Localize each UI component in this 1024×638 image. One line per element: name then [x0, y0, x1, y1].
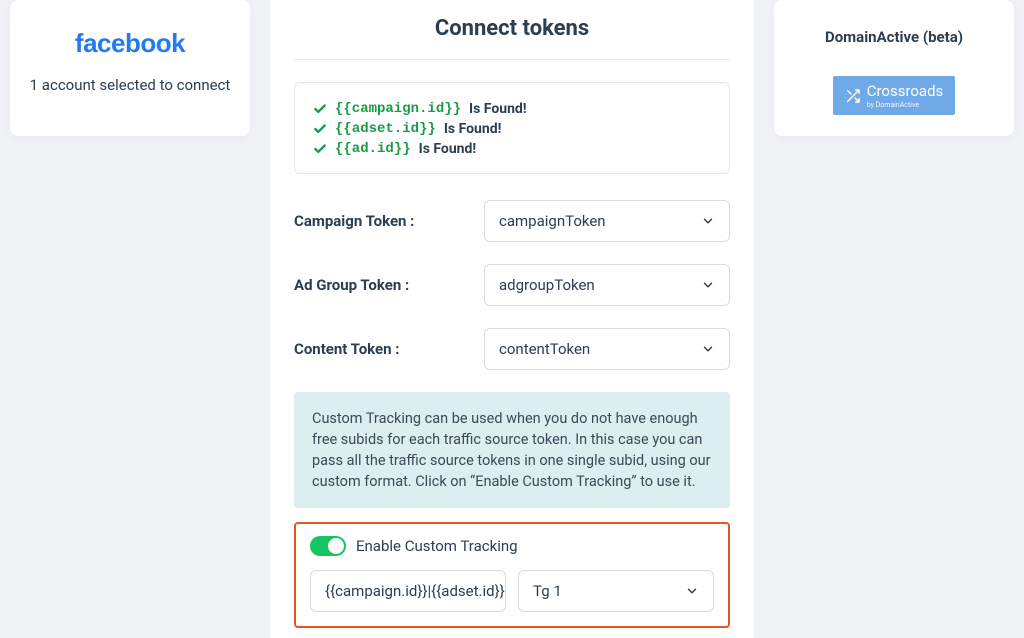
- campaign-token-select[interactable]: campaignToken: [484, 200, 730, 242]
- chevron-down-icon: [701, 342, 715, 356]
- select-value: contentToken: [499, 340, 590, 358]
- account-selected-text: 1 account selected to connect: [28, 75, 232, 95]
- crossroads-sub: by DomainActive: [867, 102, 919, 109]
- found-status: Is Found!: [444, 121, 502, 137]
- found-row: {{ad.id}} Is Found!: [313, 141, 711, 157]
- shuffle-icon: [845, 88, 861, 104]
- tokens-found-box: {{campaign.id}} Is Found! {{adset.id}} I…: [294, 82, 730, 174]
- destination-card: DomainActive (beta) Crossroads by Domain…: [774, 0, 1014, 136]
- select-value: Tg 1: [533, 582, 562, 600]
- content-token-row: Content Token : contentToken: [294, 328, 730, 370]
- connect-tokens-panel: Connect tokens {{campaign.id}} Is Found!…: [270, 0, 754, 638]
- custom-tracking-inputs: {{campaign.id}}|{{adset.id}}|{{ad.id} Tg…: [310, 570, 714, 612]
- found-token: {{adset.id}}: [335, 121, 436, 137]
- check-icon: [313, 102, 327, 116]
- chevron-down-icon: [701, 278, 715, 292]
- adgroup-token-row: Ad Group Token : adgroupToken: [294, 264, 730, 306]
- found-token: {{ad.id}}: [335, 141, 411, 157]
- chevron-down-icon: [701, 214, 715, 228]
- enable-custom-tracking-label: Enable Custom Tracking: [356, 537, 518, 555]
- traffic-source-card: facebook 1 account selected to connect: [10, 0, 250, 136]
- facebook-logo: facebook: [28, 28, 232, 59]
- found-token: {{campaign.id}}: [335, 101, 461, 117]
- campaign-token-label: Campaign Token :: [294, 212, 464, 230]
- custom-tracking-format-value: {{campaign.id}}|{{adset.id}}|{{ad.id}: [325, 582, 506, 600]
- select-value: campaignToken: [499, 212, 606, 230]
- custom-tracking-select[interactable]: Tg 1: [518, 570, 714, 612]
- found-row: {{campaign.id}} Is Found!: [313, 101, 711, 117]
- custom-tracking-format-input[interactable]: {{campaign.id}}|{{adset.id}}|{{ad.id}: [310, 570, 506, 612]
- found-status: Is Found!: [419, 141, 477, 157]
- custom-tracking-info: Custom Tracking can be used when you do …: [294, 392, 730, 508]
- enable-custom-tracking-toggle[interactable]: [310, 536, 346, 556]
- chevron-down-icon: [685, 584, 699, 598]
- adgroup-token-select[interactable]: adgroupToken: [484, 264, 730, 306]
- campaign-token-row: Campaign Token : campaignToken: [294, 200, 730, 242]
- check-icon: [313, 122, 327, 136]
- content-token-select[interactable]: contentToken: [484, 328, 730, 370]
- found-row: {{adset.id}} Is Found!: [313, 121, 711, 137]
- enable-custom-tracking-row: Enable Custom Tracking: [310, 536, 714, 556]
- destination-title: DomainActive (beta): [792, 28, 996, 46]
- page-layout: facebook 1 account selected to connect C…: [0, 0, 1024, 638]
- check-icon: [313, 142, 327, 156]
- crossroads-badge: Crossroads by DomainActive: [833, 76, 956, 115]
- content-token-label: Content Token :: [294, 340, 464, 358]
- found-status: Is Found!: [469, 101, 527, 117]
- select-value: adgroupToken: [499, 276, 595, 294]
- crossroads-main: Crossroads: [867, 82, 944, 100]
- custom-tracking-section: Enable Custom Tracking {{campaign.id}}|{…: [294, 522, 730, 628]
- toggle-knob: [328, 538, 344, 554]
- panel-title: Connect tokens: [270, 0, 754, 59]
- adgroup-token-label: Ad Group Token :: [294, 276, 464, 294]
- divider: [294, 59, 730, 60]
